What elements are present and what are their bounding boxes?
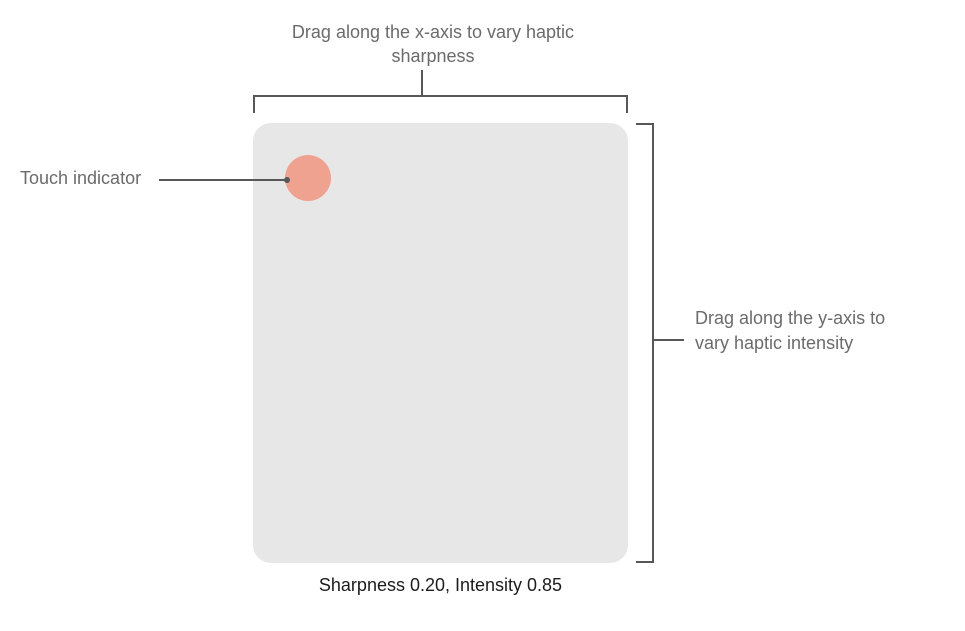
touch-indicator-leader-line [159,179,287,181]
x-axis-bracket [253,95,628,113]
haptic-touchpad[interactable] [253,123,628,563]
x-axis-instruction: Drag along the x-axis to vary haptic sha… [253,20,613,69]
touch-indicator-label: Touch indicator [20,168,141,189]
y-axis-instruction: Drag along the y-axis to vary haptic int… [695,306,890,356]
y-axis-bracket [636,123,654,563]
y-axis-callout-stem [654,339,684,341]
values-readout: Sharpness 0.20, Intensity 0.85 [253,575,628,596]
touch-indicator-dot[interactable] [285,155,331,201]
x-axis-callout-stem [421,70,423,96]
diagram-canvas: Drag along the x-axis to vary haptic sha… [0,0,965,631]
